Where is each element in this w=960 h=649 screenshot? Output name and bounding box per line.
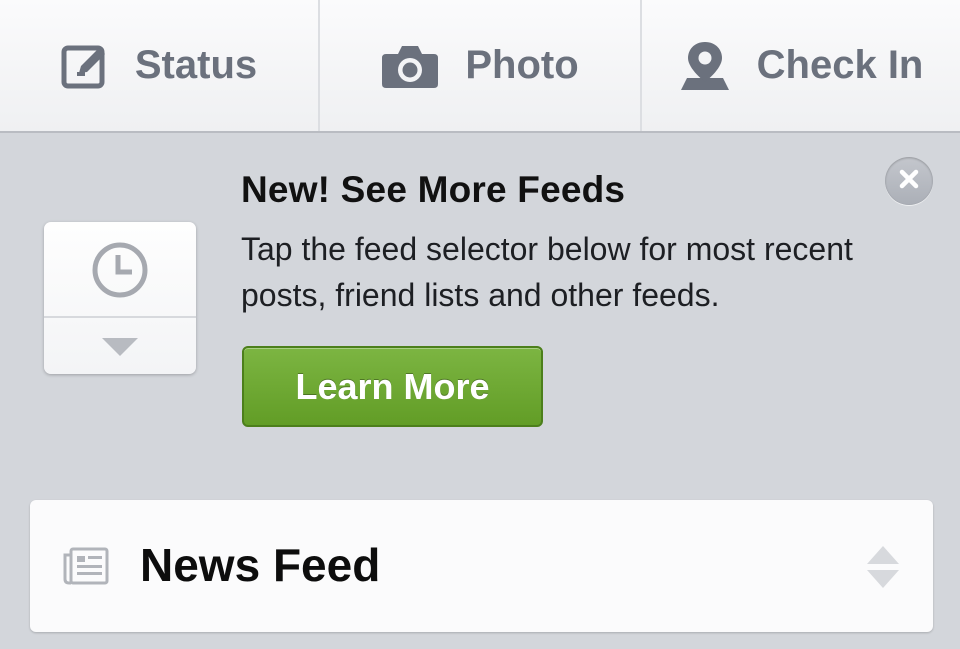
learn-more-button[interactable]: Learn More [242,346,543,427]
news-feed-label: News Feed [140,539,381,591]
card-divider [44,316,196,318]
status-label: Status [134,43,258,87]
news-feed-icon [63,547,109,590]
location-pin-icon [679,40,731,92]
promo-description: Tap the feed selector below for most rec… [241,231,853,313]
caret-down-icon [102,338,138,363]
compose-icon [61,42,109,90]
check-in-label: Check In [756,43,924,87]
new-feeds-promo: New! See More Feeds Tap the feed selecto… [0,133,960,493]
photo-label: Photo [465,43,579,87]
check-in-button[interactable]: Check In [642,0,960,131]
photo-button[interactable]: Photo [320,0,642,131]
sort-arrows-icon [865,544,901,595]
promo-title: New! See More Feeds [241,169,626,210]
status-button[interactable]: Status [0,0,320,131]
clock-icon [90,240,150,305]
composer-bar: Status Photo Check In [0,0,960,133]
camera-icon [381,42,439,90]
close-promo-button[interactable] [885,157,933,205]
feed-selector-illustration [44,222,196,374]
close-icon [898,168,920,195]
news-feed-selector[interactable]: News Feed [30,500,933,632]
